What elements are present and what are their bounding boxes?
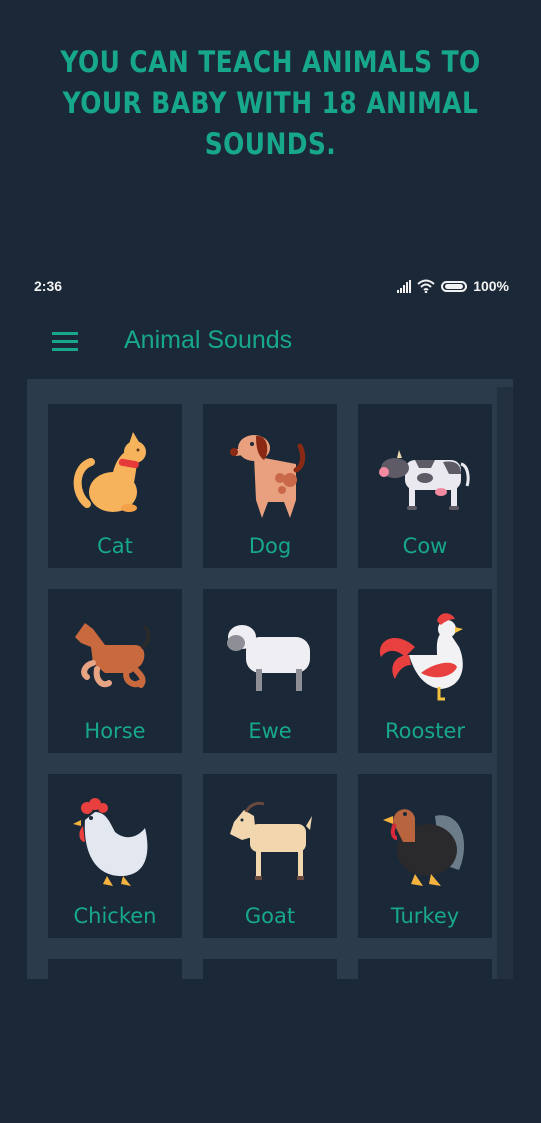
- animal-label: Horse: [84, 719, 146, 743]
- animal-card-cow[interactable]: Cow: [358, 404, 492, 568]
- animal-label: Rooster: [384, 719, 466, 743]
- animal-label: Dog: [248, 534, 292, 558]
- animal-card-horse[interactable]: Horse: [48, 589, 182, 753]
- status-bar: 2:36 100%: [0, 276, 541, 298]
- animal-label: Ewe: [248, 719, 292, 743]
- animal-card-chicken[interactable]: Chicken: [48, 774, 182, 938]
- animal-card-partial[interactable]: [203, 959, 337, 1123]
- promo-line: SOUNDS.: [204, 127, 337, 161]
- promo-line: YOU CAN TEACH ANIMALS TO: [60, 45, 481, 79]
- app-title: Animal Sounds: [124, 326, 293, 354]
- animal-card-rooster[interactable]: Rooster: [358, 589, 492, 753]
- animal-label: Cat: [97, 534, 133, 558]
- animal-label: Goat: [244, 904, 296, 928]
- horse-icon: [75, 623, 151, 688]
- animal-card-goat[interactable]: Goat: [203, 774, 337, 938]
- animal-grid: Cat Dog Cow Horse Ewe Rooster Chicken Go…: [48, 404, 492, 1123]
- battery-icon: [441, 280, 468, 292]
- chicken-icon: [73, 798, 148, 886]
- animal-card-partial[interactable]: [48, 959, 182, 1123]
- animal-card-turkey[interactable]: Turkey: [358, 774, 492, 938]
- animal-card-ewe[interactable]: Ewe: [203, 589, 337, 753]
- animal-label: Turkey: [390, 904, 460, 928]
- cat-icon: [73, 432, 146, 512]
- dog-icon: [230, 435, 306, 518]
- cow-icon: [379, 450, 470, 510]
- animal-card-partial[interactable]: [358, 959, 492, 1123]
- promo-line: YOUR BABY WITH 18 ANIMAL: [62, 86, 479, 120]
- wifi-icon: [417, 279, 435, 293]
- animal-card-dog[interactable]: Dog: [203, 404, 337, 568]
- app-bar: Animal Sounds: [0, 318, 541, 366]
- animal-label: Chicken: [73, 904, 157, 928]
- signal-icon: [397, 279, 412, 293]
- promo-headline: YOU CAN TEACH ANIMALS TO YOUR BABY WITH …: [38, 42, 503, 165]
- goat-icon: [230, 801, 312, 880]
- battery-level: 100%: [473, 278, 509, 294]
- animal-card-cat[interactable]: Cat: [48, 404, 182, 568]
- turkey-icon: [383, 809, 465, 886]
- sheep-icon: [227, 625, 310, 691]
- scroll-edge: [497, 379, 513, 979]
- rooster-icon: [379, 613, 463, 701]
- animal-label: Cow: [402, 534, 448, 558]
- hamburger-menu-icon[interactable]: [52, 332, 78, 352]
- status-time: 2:36: [34, 278, 63, 294]
